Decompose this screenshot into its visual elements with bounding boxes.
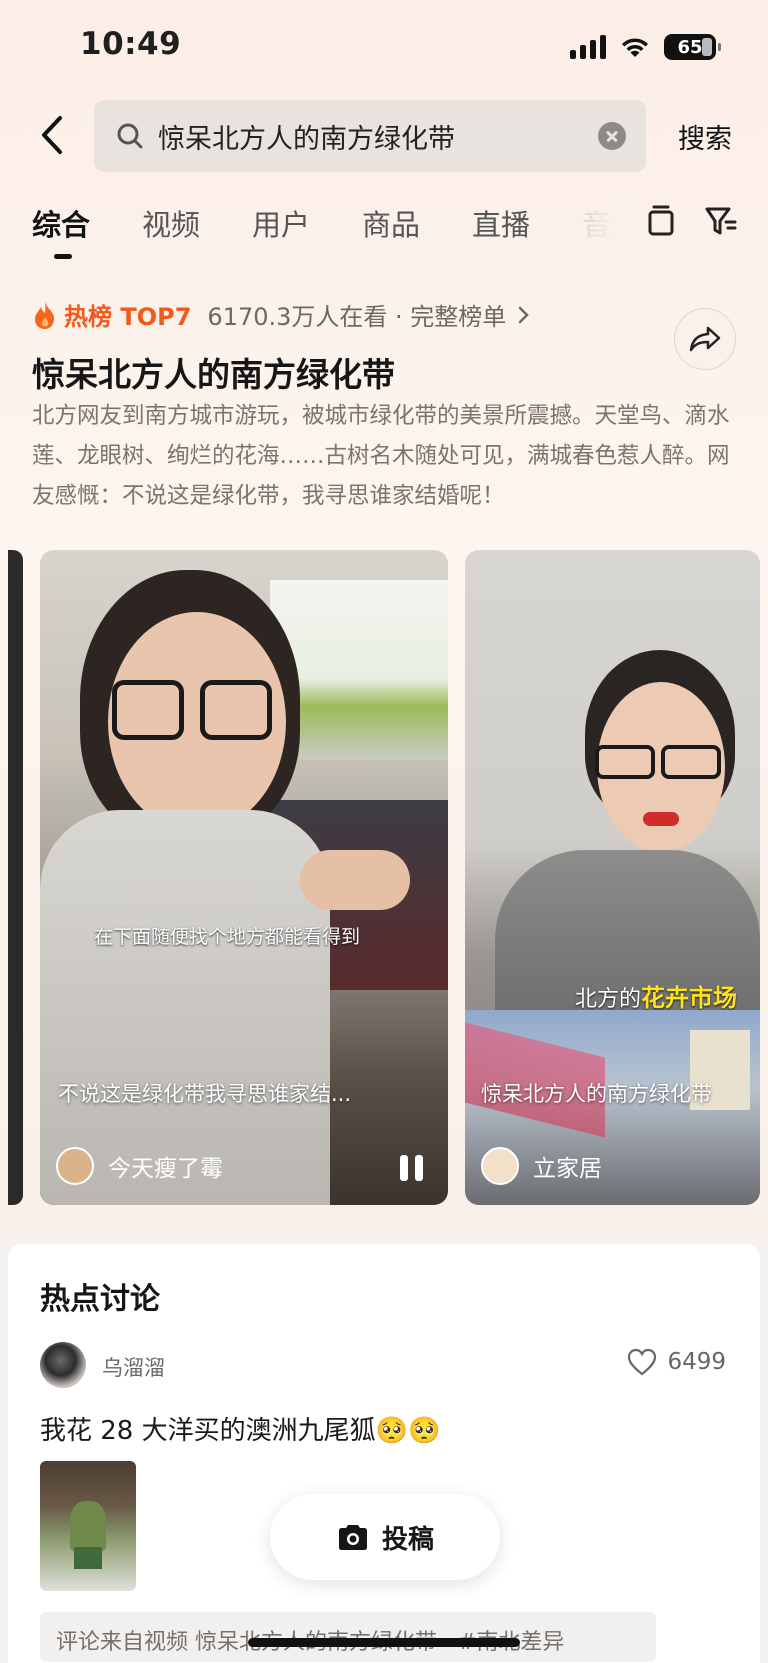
post-button-label: 投稿 <box>381 1524 434 1555</box>
search-button[interactable]: 搜索 <box>678 117 732 156</box>
layout-toggle-icon[interactable] <box>646 204 676 240</box>
wifi-icon <box>622 38 648 57</box>
video-card[interactable]: 北方的花卉市场 惊呆北方人的南方绿化带 立家居 <box>465 550 760 1205</box>
tab-comprehensive[interactable]: 综合 <box>32 202 142 259</box>
status-icons: 65 <box>570 34 721 60</box>
topic-description: 北方网友到南方城市游玩，被城市绿化带的美景所震撼。天堂鸟、滴水莲、龙眼树、绚烂的… <box>32 403 730 509</box>
video-caption: 不说这是绿化带我寻思谁家结... <box>58 1082 352 1106</box>
video-card-previous[interactable] <box>8 550 23 1205</box>
section-title: 热点讨论 <box>40 1282 160 1317</box>
hot-rank-meta: 6170.3万人在看 · 完整榜单 <box>207 303 507 331</box>
user-name[interactable]: 乌溜溜 <box>102 1352 165 1382</box>
search-input[interactable]: 惊呆北方人的南方绿化带 <box>94 100 646 172</box>
category-tabs: 综合 视频 用户 商品 直播 音乐 <box>32 202 652 259</box>
fire-icon <box>35 301 55 329</box>
clear-icon[interactable] <box>598 122 626 150</box>
camera-icon <box>338 1525 367 1550</box>
post-button[interactable]: 投稿 <box>270 1494 500 1580</box>
avatar <box>481 1147 519 1185</box>
cellular-signal-icon <box>570 35 606 59</box>
status-time: 10:49 <box>80 26 182 62</box>
avatar <box>56 1147 94 1185</box>
search-icon <box>117 123 143 149</box>
like-button[interactable]: 6499 <box>627 1348 726 1376</box>
battery-level: 65 <box>677 36 703 58</box>
home-indicator[interactable] <box>248 1638 520 1647</box>
like-count: 6499 <box>667 1349 726 1375</box>
author-name: 今天瘦了霉 <box>108 1156 223 1182</box>
video-author[interactable]: 今天瘦了霉 <box>56 1147 223 1185</box>
battery-icon: 65 <box>664 34 721 60</box>
comment-text: 我花 28 大洋买的澳洲九尾狐🥺🥺 <box>40 1416 441 1446</box>
video-author[interactable]: 立家居 <box>481 1147 602 1185</box>
video-subtitle: 在下面随便找个地方都能看得到 <box>94 926 361 948</box>
filter-icon[interactable] <box>704 204 738 238</box>
heart-icon <box>628 1348 657 1376</box>
hot-rank-row[interactable]: 热榜 TOP7 6170.3万人在看 · 完整榜单 <box>32 297 534 332</box>
chevron-right-icon <box>519 306 530 323</box>
comment-source[interactable]: 评论来自视频 惊呆北方人的南方绿化带 · #南北差异 <box>40 1612 656 1662</box>
video-caption: 惊呆北方人的南方绿化带 <box>481 1082 712 1106</box>
topic-title: 惊呆北方人的南方绿化带 <box>32 355 395 394</box>
back-icon[interactable] <box>34 110 74 160</box>
video-card[interactable]: 在下面随便找个地方都能看得到 不说这是绿化带我寻思谁家结... 今天瘦了霉 <box>40 550 448 1205</box>
tab-users[interactable]: 用户 <box>252 202 362 244</box>
search-query[interactable]: 惊呆北方人的南方绿化带 <box>158 117 598 156</box>
avatar[interactable] <box>40 1342 86 1388</box>
author-name: 立家居 <box>533 1156 602 1182</box>
pause-icon[interactable] <box>400 1155 424 1181</box>
tab-products[interactable]: 商品 <box>362 202 472 244</box>
hot-rank-badge: 热榜 TOP7 <box>64 303 192 331</box>
share-icon <box>689 326 721 352</box>
comment-image[interactable] <box>40 1461 136 1591</box>
tab-video[interactable]: 视频 <box>142 202 252 244</box>
video-subtitle: 北方的花卉市场 <box>575 984 738 1012</box>
share-button[interactable] <box>674 308 736 370</box>
